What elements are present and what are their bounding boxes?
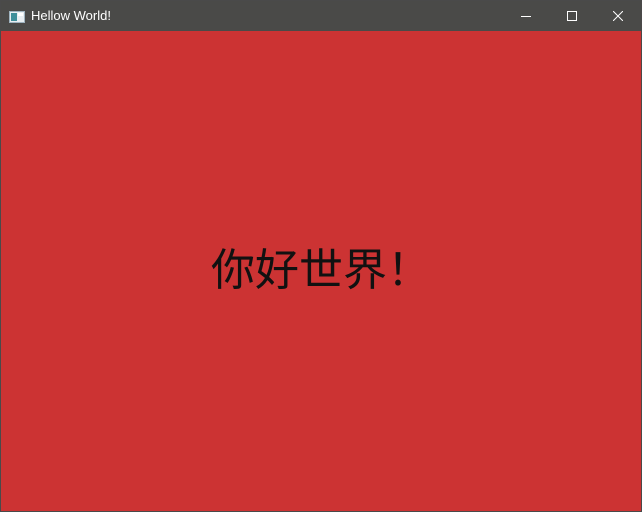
- client-area: 你好世界！: [1, 31, 641, 511]
- maximize-button[interactable]: [549, 1, 595, 31]
- title-bar[interactable]: Hellow World!: [1, 1, 641, 31]
- close-icon: [613, 11, 623, 21]
- minimize-icon: [521, 11, 531, 21]
- minimize-button[interactable]: [503, 1, 549, 31]
- maximize-icon: [567, 11, 577, 21]
- close-button[interactable]: [595, 1, 641, 31]
- window-app-icon: [9, 10, 25, 23]
- app-window: Hellow World! 你好世界！: [0, 0, 642, 512]
- window-title: Hellow World!: [31, 8, 111, 23]
- greeting-label: 你好世界！: [211, 245, 431, 296]
